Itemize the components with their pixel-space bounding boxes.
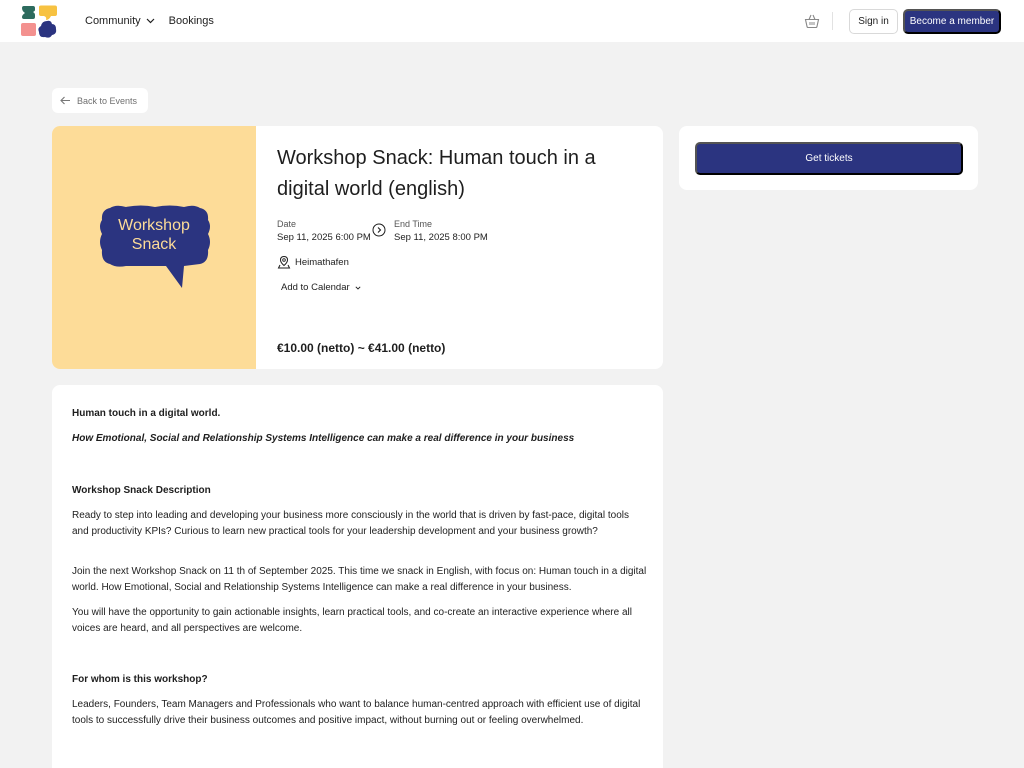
chevron-down-icon	[355, 285, 361, 290]
date-label: Date	[277, 219, 297, 229]
back-to-events-button[interactable]: Back to Events	[52, 88, 148, 113]
event-hero-card: Workshop Snack Workshop Snack: Human tou…	[52, 126, 663, 369]
map-pin-icon	[277, 255, 291, 269]
arrow-left-icon	[60, 96, 70, 105]
section-title-audience: For whom is this workshop?	[72, 674, 208, 685]
sign-in-button[interactable]: Sign in	[849, 9, 898, 34]
description-heading: Human touch in a digital world.	[72, 408, 221, 419]
description-paragraph-1: Ready to step into leading and developin…	[72, 510, 629, 537]
event-title: Workshop Snack: Human touch in a digital…	[277, 147, 596, 200]
description-paragraph-4: Leaders, Founders, Team Managers and Pro…	[72, 699, 641, 726]
event-image-text: Workshop Snack	[118, 217, 190, 253]
nav-bookings[interactable]: Bookings	[169, 15, 214, 27]
section-title-description: Workshop Snack Description	[72, 485, 211, 496]
nav-community[interactable]: Community	[85, 15, 155, 27]
end-time-label: End Time	[394, 219, 433, 229]
main-nav: Community Bookings	[85, 0, 214, 42]
logo-icon[interactable]	[20, 5, 58, 39]
add-to-calendar-dropdown[interactable]: Add to Calendar	[281, 282, 361, 293]
add-to-calendar-label: Add to Calendar	[281, 282, 350, 293]
top-navigation-bar: Community Bookings Sign in Become a memb…	[0, 0, 1024, 42]
description-subheading: How Emotional, Social and Relationship S…	[72, 433, 575, 444]
description-paragraph-2: Join the next Workshop Snack on 11 th of…	[72, 566, 647, 593]
event-image: Workshop Snack	[52, 126, 256, 369]
nav-community-label: Community	[85, 15, 141, 27]
event-location: Heimathafen	[295, 257, 349, 268]
description-paragraph-3: You will have the opportunity to gain ac…	[72, 607, 632, 634]
back-to-events-label: Back to Events	[77, 95, 138, 106]
nav-divider	[832, 12, 833, 30]
date-value: Sep 11, 2025 6:00 PM	[277, 232, 371, 243]
basket-icon[interactable]	[804, 13, 820, 29]
become-member-button[interactable]: Become a member	[903, 9, 1001, 34]
get-tickets-button[interactable]: Get tickets	[695, 142, 963, 175]
nav-bookings-label: Bookings	[168, 15, 214, 27]
tickets-card: Get tickets	[679, 126, 978, 190]
end-time-value: Sep 11, 2025 8:00 PM	[394, 232, 488, 243]
arrow-right-circle-icon	[372, 223, 386, 237]
price-range: €10.00 (netto) ~ €41.00 (netto)	[277, 341, 446, 355]
event-description-card: Human touch in a digital world. How Emot…	[52, 385, 663, 768]
chevron-down-icon	[146, 18, 155, 24]
